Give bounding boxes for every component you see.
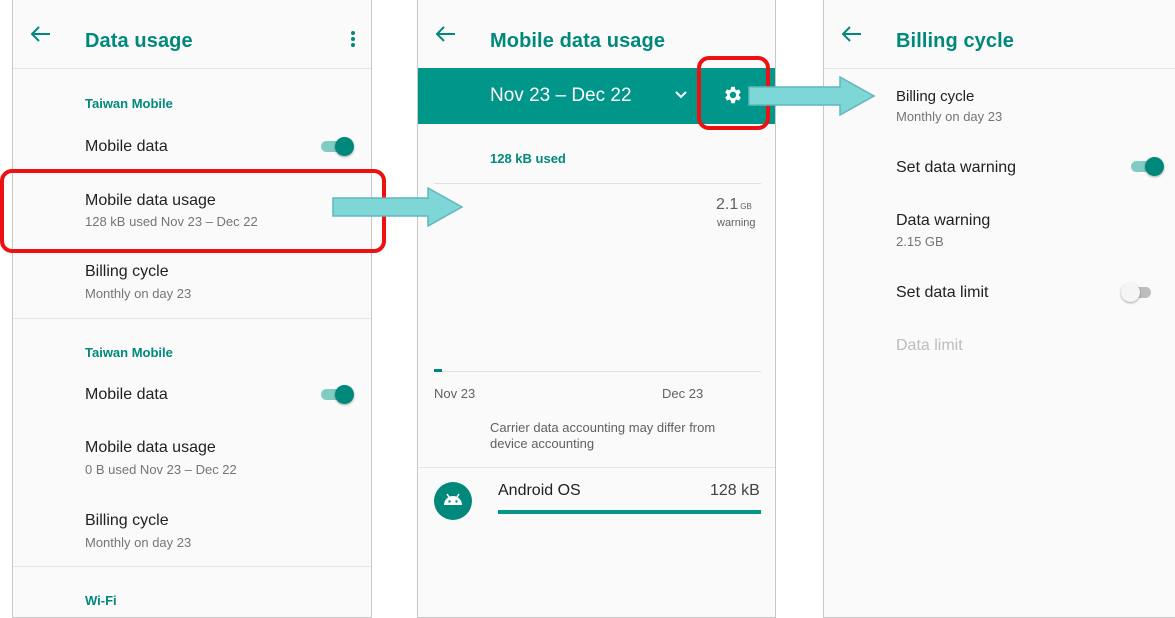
more-vert-icon[interactable] [351, 31, 355, 47]
cycle-range-dropdown[interactable]: Nov 23 – Dec 22 [490, 85, 632, 107]
arrow-right-icon [748, 76, 876, 116]
warning-label: warning [717, 217, 756, 229]
page-title: Data usage [85, 30, 193, 52]
mobile-data-usage-label: Mobile data usage [85, 439, 216, 456]
warning-line [434, 183, 761, 184]
mobile-data-label: Mobile data [85, 386, 168, 403]
billing-cycle-summary: Monthly on day 23 [85, 286, 192, 301]
app-usage-value: 128 kB [710, 482, 760, 499]
data-used-label: 128 kB used [490, 151, 566, 166]
mobile-data-usage-summary: 0 B used Nov 23 – Dec 22 [85, 462, 237, 477]
data-warning-value: 2.15 GB [896, 234, 944, 249]
mobile-data-label: Mobile data [85, 138, 168, 155]
billing-cycle-summary: Monthly on day 23 [896, 109, 1003, 124]
data-usage-screen: Data usage Taiwan Mobile Mobile data Mob… [12, 0, 372, 618]
arrow-left-icon[interactable] [436, 26, 456, 42]
app-bar: Billing cycle [824, 0, 1175, 69]
usage-bar [434, 369, 442, 372]
app-name: Android OS [498, 482, 581, 499]
set-data-warning-label: Set data warning [896, 159, 1017, 176]
arrow-right-icon [332, 187, 464, 227]
data-warning-toggle[interactable] [1129, 156, 1165, 176]
android-icon [434, 482, 472, 520]
page-title: Billing cycle [896, 30, 1015, 52]
divider [13, 566, 371, 567]
mobile-data-toggle-sim2[interactable] [319, 384, 355, 404]
billing-cycle-summary: Monthly on day 23 [85, 535, 192, 550]
arrow-left-icon[interactable] [842, 26, 862, 42]
chart-baseline [434, 371, 761, 372]
billing-cycle-label: Billing cycle [85, 263, 169, 280]
section-header-wifi: Wi-Fi [85, 593, 117, 608]
page-title: Mobile data usage [490, 30, 666, 52]
app-bar: Data usage [13, 0, 371, 69]
arrow-left-icon[interactable] [31, 26, 51, 42]
divider [418, 467, 775, 468]
highlight-mobile-data-usage [0, 169, 386, 253]
billing-cycle-label: Billing cycle [85, 512, 169, 529]
section-header-sim2: Taiwan Mobile [85, 345, 173, 360]
mobile-data-toggle-sim1[interactable] [319, 136, 355, 156]
data-limit-toggle[interactable] [1121, 282, 1157, 302]
app-usage-track [498, 510, 761, 514]
carrier-note: Carrier data accounting may differ from … [490, 420, 716, 451]
warning-value: 2.1 GB [716, 196, 752, 213]
divider [13, 318, 371, 319]
axis-end-label: Dec 23 [662, 386, 704, 401]
data-limit-label: Data limit [896, 337, 963, 354]
billing-cycle-label: Billing cycle [896, 88, 975, 105]
set-data-limit-label: Set data limit [896, 284, 989, 301]
section-header-sim1: Taiwan Mobile [85, 96, 173, 111]
app-usage-progress [498, 510, 761, 514]
chevron-down-icon[interactable] [674, 90, 688, 100]
axis-start-label: Nov 23 [434, 386, 476, 401]
data-warning-label: Data warning [896, 212, 991, 229]
